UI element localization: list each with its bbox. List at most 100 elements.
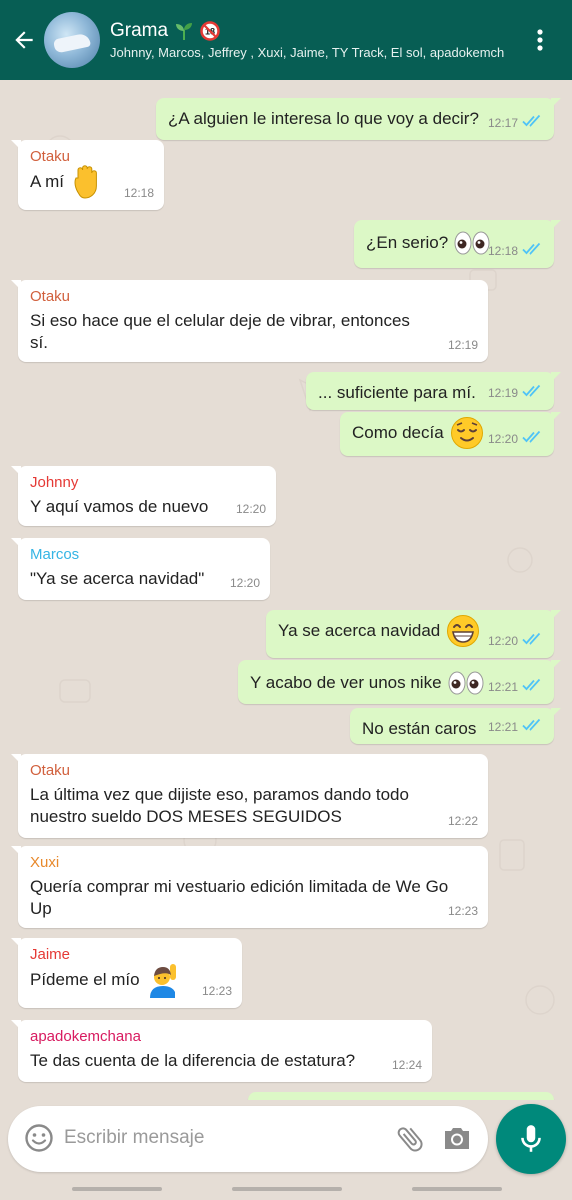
message-input[interactable]: Escribir mensaje (64, 1127, 204, 1149)
message-time: 12:23 (447, 904, 478, 918)
message-time: 12:24 (391, 1058, 422, 1072)
camera-icon (445, 1128, 469, 1149)
incoming-message[interactable]: Otaku A mí 12:18 (11, 140, 164, 210)
message-text-content: ¿A alguien le interesa lo que voy a deci… (168, 109, 479, 128)
message-text: Si eso hace que el celular deje de vibra… (30, 310, 410, 354)
more-vertical-icon (537, 29, 543, 51)
outgoing-message[interactable]: Como decía 12:20 (340, 412, 561, 456)
group-avatar[interactable] (44, 12, 100, 68)
incoming-message[interactable]: Xuxi Quería comprar mi vestuario edición … (11, 846, 488, 928)
eyes-emoji-icon (454, 230, 490, 256)
no-under-18-icon: 18 (200, 21, 220, 41)
nav-home-indicator[interactable] (232, 1187, 342, 1191)
message-sender[interactable]: Otaku (30, 286, 70, 308)
outgoing-message[interactable]: ¿En serio? 12:18 (354, 220, 561, 268)
message-text-line: Si eso hace que el celular deje de vibra… (30, 311, 410, 330)
message-text-content: Como decía (352, 423, 444, 442)
incoming-message[interactable]: Otaku La última vez que dijiste eso, para… (11, 754, 488, 838)
message-time: 12:19 (447, 338, 478, 352)
outgoing-message[interactable]: ... suficiente para mí. 12:19 (306, 372, 561, 410)
message-text-content: Pídeme el mío (30, 970, 140, 989)
message-text: Y acabo de ver unos nike (250, 670, 484, 696)
message-sender[interactable]: Johnny (30, 472, 78, 494)
read-receipt-icon (522, 240, 544, 262)
read-receipt-icon (522, 382, 544, 404)
message-text: ... suficiente para mí. (318, 382, 476, 404)
chat-screen: Grama 18 Johnny, Marcos, Jeffr (0, 0, 572, 1200)
outgoing-message[interactable]: Y acabo de ver unos nike 12:21 (238, 660, 561, 704)
message-time: 12:18 (123, 186, 154, 200)
system-nav-bar (0, 1178, 572, 1200)
eyes-emoji-icon (448, 670, 484, 696)
bubble-tail (551, 708, 561, 718)
message-sender[interactable]: Xuxi (30, 852, 59, 874)
message-time: 12:20 (235, 502, 266, 516)
emoji-button[interactable] (24, 1123, 54, 1158)
message-text-content: Te das cuenta de la diferencia de estatu… (30, 1051, 356, 1070)
outgoing-message[interactable]: No están caros 12:21 (350, 708, 561, 744)
message-text-content: Ya se acerca navidad (278, 621, 441, 640)
message-text: ¿A alguien le interesa lo que voy a deci… (168, 108, 479, 130)
message-time: 12:22 (447, 814, 478, 828)
bubble-tail (11, 466, 21, 476)
message-sender[interactable]: Otaku (30, 760, 70, 782)
outgoing-message[interactable]: ¿A alguien le interesa lo que voy a deci… (156, 98, 561, 140)
message-text: ¿En serio? (366, 230, 490, 256)
message-text: Ya se acerca navidad (278, 614, 480, 648)
incoming-message[interactable]: Otaku Si eso hace que el celular deje de … (11, 280, 488, 362)
incoming-message[interactable]: apadokemchana Te das cuenta de la diferen… (11, 1020, 432, 1082)
read-receipt-icon (522, 112, 544, 134)
group-name: Grama (110, 20, 169, 41)
back-button[interactable] (4, 0, 44, 80)
bubble-tail (551, 660, 561, 670)
message-text-content: ¿En serio? (366, 233, 449, 252)
chat-title-block[interactable]: Grama 18 Johnny, Marcos, Jeffr (110, 18, 520, 62)
read-receipt-icon (522, 630, 544, 652)
bubble-tail (11, 754, 21, 764)
message-text-content: "Ya se acerca navidad" (30, 569, 205, 588)
bubble-tail (11, 538, 21, 548)
incoming-message[interactable]: Johnny Y aquí vamos de nuevo 12:20 (11, 466, 276, 526)
message-text-content: ... suficiente para mí. (318, 383, 476, 402)
message-text-content: No están caros (362, 719, 477, 738)
message-text-line: Quería comprar mi vestuario edición limi… (30, 877, 449, 896)
bubble-tail (11, 846, 21, 856)
back-arrow-icon (15, 31, 33, 49)
message-text: "Ya se acerca navidad" (30, 568, 204, 590)
camera-button[interactable] (442, 1124, 472, 1157)
person-raising-hand-emoji-icon (146, 962, 180, 998)
message-text-content: Y acabo de ver unos nike (250, 673, 442, 692)
bubble-tail (11, 938, 21, 948)
message-time: 12:20 (487, 634, 518, 648)
grinning-face-emoji-icon (446, 614, 480, 648)
message-text-content: Y aquí vamos de nuevo (30, 497, 209, 516)
message-time: 12:21 (487, 720, 518, 734)
message-time: 12:20 (229, 576, 260, 590)
message-list[interactable]: ¿A alguien le interesa lo que voy a deci… (0, 80, 572, 1100)
message-sender[interactable]: apadokemchana (30, 1026, 141, 1048)
attach-button[interactable] (394, 1122, 426, 1161)
group-members: Johnny, Marcos, Jeffrey , Xuxi, Jaime, T… (110, 45, 505, 60)
smiley-icon (25, 1124, 53, 1152)
message-time: 12:20 (487, 432, 518, 446)
more-options-button[interactable] (520, 0, 560, 80)
bubble-tail (551, 98, 561, 108)
message-time: 12:18 (487, 244, 518, 258)
chat-header: Grama 18 Johnny, Marcos, Jeffr (0, 0, 572, 80)
nav-recents-indicator[interactable] (72, 1187, 162, 1191)
message-time: 12:17 (487, 116, 518, 130)
incoming-message[interactable]: Marcos "Ya se acerca navidad" 12:20 (11, 538, 270, 600)
raised-hand-emoji-icon (70, 164, 104, 200)
nav-back-indicator[interactable] (412, 1187, 502, 1191)
voice-message-button[interactable] (496, 1104, 566, 1174)
outgoing-message[interactable]: Ya se acerca navidad 12:20 (266, 610, 561, 658)
message-text-line: nuestro sueldo DOS MESES SEGUIDOS (30, 807, 342, 826)
message-text: Pídeme el mío (30, 962, 180, 998)
message-text: Y aquí vamos de nuevo (30, 496, 208, 518)
incoming-message[interactable]: Jaime Pídeme el mío 12:23 (11, 938, 242, 1008)
outgoing-message-partial[interactable] (248, 1092, 554, 1100)
message-sender[interactable]: Marcos (30, 544, 79, 566)
message-text: La última vez que dijiste eso, paramos d… (30, 784, 409, 828)
bubble-tail (11, 1020, 21, 1030)
read-receipt-icon (522, 428, 544, 450)
